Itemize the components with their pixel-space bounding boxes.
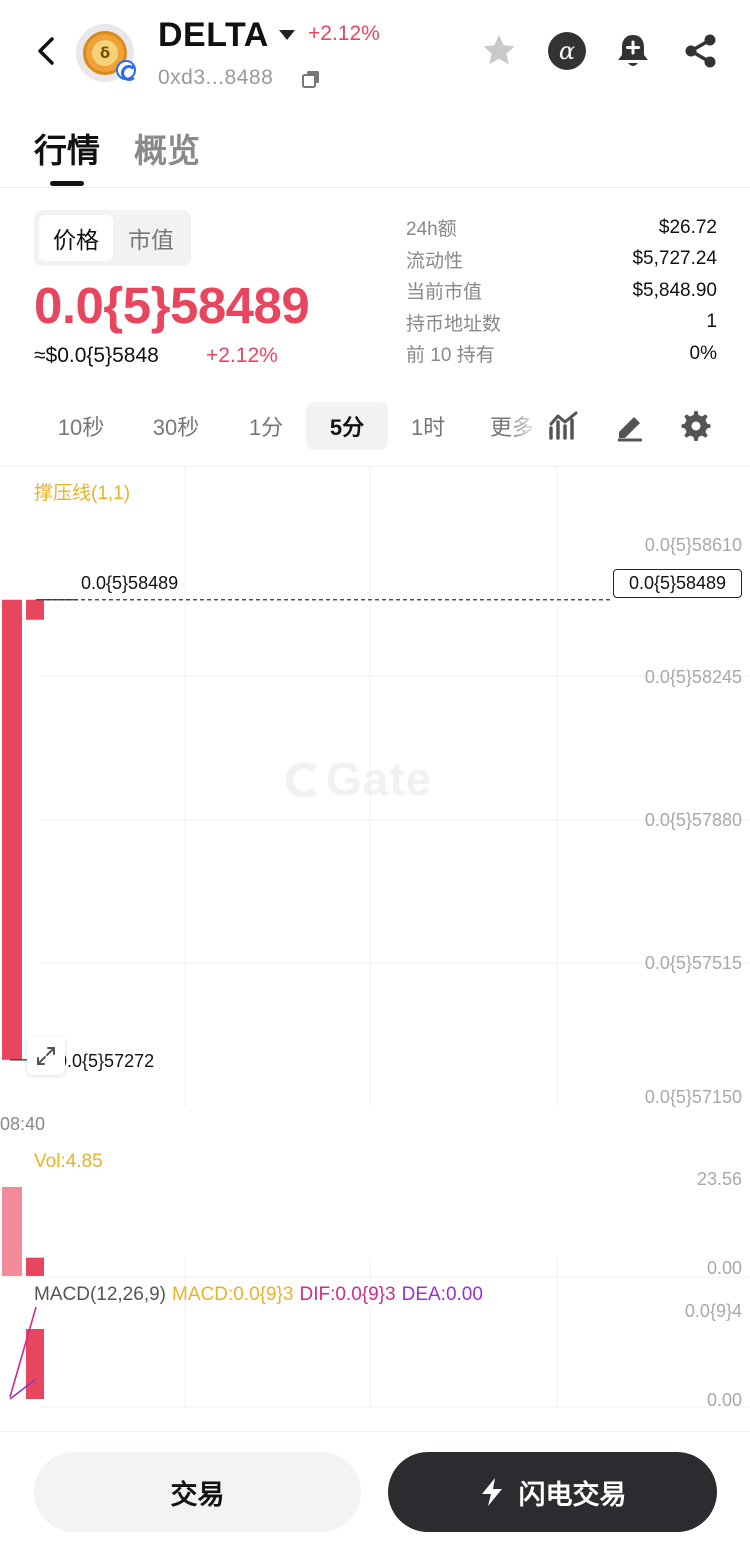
stat-label: 前 10 持有 xyxy=(406,345,495,367)
toggle-market-cap[interactable]: 市值 xyxy=(114,215,188,261)
interval-more[interactable]: 更多 xyxy=(474,402,538,450)
stat-row: 前 10 持有 0% xyxy=(406,338,717,370)
volume-axis-label: 0.00 xyxy=(706,1258,742,1278)
delta-glyph: δ xyxy=(92,40,118,66)
volume-axis-label: 23.56 xyxy=(696,1169,742,1189)
price-axis-label: 0.0{5}57150 xyxy=(644,1087,742,1107)
stat-value: 1 xyxy=(706,311,717,333)
lightning-icon xyxy=(481,1478,502,1506)
toggle-price[interactable]: 价格 xyxy=(39,215,113,261)
contract-address: 0xd3...8488 xyxy=(158,66,274,89)
current-price: 0.0{5}58489 xyxy=(34,277,310,334)
interval-10s[interactable]: 10秒 xyxy=(34,402,128,450)
stat-row: 流动性 $5,727.24 xyxy=(406,244,717,276)
price-mktcap-toggle: 价格 市值 xyxy=(34,210,191,266)
interval-30s[interactable]: 30秒 xyxy=(130,402,222,450)
stat-label: 持币地址数 xyxy=(406,313,502,335)
candle[interactable] xyxy=(2,599,22,1060)
bell-plus-icon[interactable] xyxy=(614,32,652,70)
price-axis-label: 0.0{5}57880 xyxy=(644,810,742,830)
flash-trade-label: 闪电交易 xyxy=(518,1479,627,1510)
stat-value: 0% xyxy=(689,342,717,364)
stat-value: $5,727.24 xyxy=(632,248,717,270)
current-price-marker: 0.0{5}58489 xyxy=(613,569,742,598)
macd-axis-label: 0.00 xyxy=(706,1390,742,1410)
stat-row: 24h额 $26.72 xyxy=(406,212,717,244)
price-axis-label: 0.0{5}58245 xyxy=(644,667,742,687)
alpha-icon[interactable]: α xyxy=(548,32,586,70)
stat-row: 持币地址数 1 xyxy=(406,307,717,339)
macd-name: MACD(12,26,9) xyxy=(34,1284,166,1305)
candle[interactable] xyxy=(26,599,44,620)
token-change: +2.12% xyxy=(308,22,380,45)
tabs-divider xyxy=(0,187,750,188)
stat-label: 当前市值 xyxy=(406,282,483,304)
stat-row: 当前市值 $5,848.90 xyxy=(406,275,717,307)
flash-trade-button[interactable]: 闪电交易 xyxy=(388,1452,717,1532)
stat-label: 流动性 xyxy=(406,250,464,272)
back-arrow-icon[interactable] xyxy=(30,34,64,68)
macd-dea: DEA:0.00 xyxy=(401,1284,483,1305)
stats-panel: 24h额 $26.72 流动性 $5,727.24 当前市值 $5,848.90 持币… xyxy=(406,212,717,370)
macd-dif: DIF:0.0{9}3 xyxy=(299,1284,396,1305)
chain-badge-icon xyxy=(116,60,137,81)
volume-label[interactable]: Vol:4.85 xyxy=(34,1151,103,1173)
star-icon[interactable] xyxy=(480,32,518,70)
stat-value: $5,848.90 xyxy=(632,279,717,301)
usd-change: +2.12% xyxy=(206,344,278,367)
trade-button[interactable]: 交易 xyxy=(34,1452,361,1532)
macd-bar xyxy=(26,1329,44,1399)
expand-chart-button[interactable] xyxy=(27,1037,65,1075)
usd-price: ≈$0.0{5}5848 xyxy=(34,344,159,367)
indicator-icon[interactable] xyxy=(548,410,580,442)
share-icon[interactable] xyxy=(682,32,720,70)
support-resistance-label[interactable]: 撑压线(1,1) xyxy=(34,478,130,505)
caret-down-icon[interactable] xyxy=(279,30,295,40)
volume-bar xyxy=(26,1257,44,1276)
expand-icon xyxy=(37,1047,55,1065)
low-price-label: 0.0{5}57272 xyxy=(57,1051,155,1071)
time-axis-label: 08:40 xyxy=(0,1114,46,1134)
macd-legend[interactable]: MACD(12,26,9) MACD:0.0{9}3 DIF:0.0{9}3 DEA:… xyxy=(34,1284,483,1306)
token-name[interactable]: DELTA xyxy=(158,16,269,55)
interval-1m[interactable]: 1分 xyxy=(224,402,308,450)
copy-icon[interactable] xyxy=(302,70,320,88)
macd-value: MACD:0.0{9}3 xyxy=(172,1284,294,1305)
tab-active-indicator xyxy=(50,181,84,186)
volume-bar xyxy=(2,1187,22,1276)
stat-label: 24h额 xyxy=(406,219,457,241)
price-axis-label: 0.0{5}57515 xyxy=(644,953,742,973)
high-price-label: 0.0{5}58489 xyxy=(81,573,179,593)
token-logo: δ xyxy=(76,24,137,82)
interval-5m[interactable]: 5分 xyxy=(306,402,388,450)
macd-axis-label: 0.0{9}4 xyxy=(684,1301,742,1321)
price-axis-label: 0.0{5}58610 xyxy=(644,535,742,555)
interval-1h[interactable]: 1时 xyxy=(388,402,468,450)
settings-gear-icon[interactable] xyxy=(680,410,712,442)
draw-pen-icon[interactable] xyxy=(614,410,646,442)
stat-value: $26.72 xyxy=(658,216,717,238)
tab-market[interactable]: 行情 xyxy=(34,124,100,172)
tab-overview[interactable]: 概览 xyxy=(134,124,200,172)
